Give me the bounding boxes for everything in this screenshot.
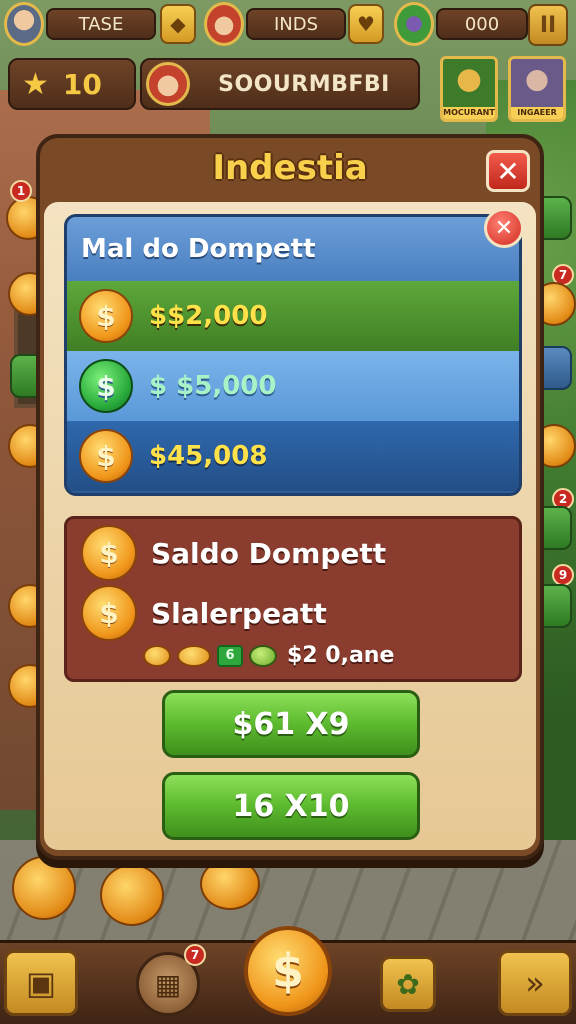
hud-slot-inds-label: INDS <box>273 13 319 35</box>
diamond-icon[interactable]: ◆ <box>160 4 196 44</box>
ground-coin-icon[interactable] <box>100 864 164 926</box>
character-card-2[interactable]: INGAEER <box>508 56 566 122</box>
pause-button[interactable]: II <box>528 4 568 46</box>
currency-strip: 6 $2 0,ane <box>143 643 394 668</box>
hud-slot-counter: 000 <box>436 8 528 40</box>
center-coin-button[interactable]: $ <box>244 926 332 1016</box>
top-hud: TASE ◆ INDS ♥ 000 II <box>0 0 576 52</box>
purchase-option-5000[interactable]: $ $ $5,000 <box>67 351 519 421</box>
hud-slot-inds: INDS <box>246 8 346 40</box>
gold-coin-icon: $ <box>81 585 137 641</box>
wallet-strip-amount: $2 0,ane <box>287 643 395 668</box>
bill-icon: 6 <box>217 644 243 667</box>
cards-button[interactable]: ▣ <box>4 950 78 1016</box>
close-icon: ✕ <box>494 215 514 241</box>
notification-badge: 7 <box>184 944 206 966</box>
wallet-secondary-label: Slalerpeatt <box>151 596 327 630</box>
pause-icon: II <box>539 12 557 38</box>
heart-icon[interactable]: ♥ <box>348 4 384 44</box>
gold-coin-icon: $ <box>81 525 137 581</box>
stars-panel: ★ 10 <box>8 58 136 110</box>
purchase-option-amount: $45,008 <box>149 441 268 471</box>
hud-slot-tase-label: TASE <box>78 13 124 35</box>
notification-badge: 9 <box>552 564 574 586</box>
mini-coin-stack-icon <box>177 644 211 667</box>
purchase-option-amount: $ $5,000 <box>149 371 277 401</box>
buy-secondary-button[interactable]: 16 X10 <box>162 772 420 840</box>
leaf-gem-icon[interactable] <box>394 2 434 46</box>
purchase-list: Mal do Dompett $ $$2,000 $ $ $5,000 $ $4… <box>64 214 522 496</box>
next-button[interactable]: » <box>498 950 572 1016</box>
bug-icon: ✿ <box>396 967 420 1001</box>
character-portrait-icon <box>443 59 495 107</box>
chest-icon: ▦ <box>154 967 182 1001</box>
purchase-option-2000[interactable]: $ $$2,000 <box>67 281 519 351</box>
dollar-icon: $ <box>271 944 304 998</box>
wallet-row-balance: $ Saldo Dompett <box>81 525 386 581</box>
close-icon: ✕ <box>496 154 520 188</box>
green-coin-icon: $ <box>79 359 133 413</box>
hero-avatar-icon[interactable] <box>204 2 244 46</box>
ground-coin-icon[interactable] <box>12 856 76 920</box>
hud-slot-tase: TASE <box>46 8 156 40</box>
player-portrait-icon <box>146 62 190 106</box>
character-card-2-caption: INGAEER <box>511 107 563 119</box>
gold-coin-icon: $ <box>79 289 133 343</box>
buy-primary-button[interactable]: $61 X9 <box>162 690 420 758</box>
player-name: SOOURMBFBI <box>218 71 390 97</box>
list-close-button[interactable]: ✕ <box>484 208 524 248</box>
dialog-title: Indestia <box>212 148 368 188</box>
arrow-right-icon: » <box>525 964 545 1002</box>
player-name-panel[interactable]: SOOURMBFBI <box>140 58 420 110</box>
character-portrait-icon <box>511 59 563 107</box>
dialog-close-button[interactable]: ✕ <box>486 150 530 192</box>
purchase-list-header: Mal do Dompett <box>67 217 519 281</box>
hud-slot-counter-value: 000 <box>464 13 500 35</box>
wallet-balance-label: Saldo Dompett <box>151 536 387 570</box>
ground-coin-icon[interactable] <box>200 858 260 910</box>
stars-value: 10 <box>62 67 102 101</box>
wallet-row-secondary: $ Slalerpeatt <box>81 585 327 641</box>
mini-coin-icon <box>143 644 171 667</box>
gold-coin-icon: $ <box>79 429 133 483</box>
purchase-option-45008[interactable]: $ $45,008 <box>67 421 519 491</box>
buy-primary-label: $61 X9 <box>232 706 350 742</box>
notification-badge: 1 <box>10 180 32 202</box>
bug-button[interactable]: ✿ <box>380 956 436 1012</box>
green-mini-coin-icon <box>249 644 277 667</box>
buy-secondary-label: 16 X10 <box>232 788 350 824</box>
indestia-dialog: Indestia ✕ Mal do Dompett $ $$2,000 $ $ … <box>36 134 544 860</box>
character-card-1[interactable]: MOCURANT <box>440 56 498 122</box>
player-avatar-icon[interactable] <box>4 2 44 46</box>
character-card-1-caption: MOCURANT <box>443 107 495 119</box>
star-icon: ★ <box>22 66 49 102</box>
purchase-option-amount: $$2,000 <box>149 301 268 331</box>
wallet-panel: $ Saldo Dompett $ Slalerpeatt 6 $2 0,ane <box>64 516 522 682</box>
cards-icon: ▣ <box>25 964 57 1002</box>
